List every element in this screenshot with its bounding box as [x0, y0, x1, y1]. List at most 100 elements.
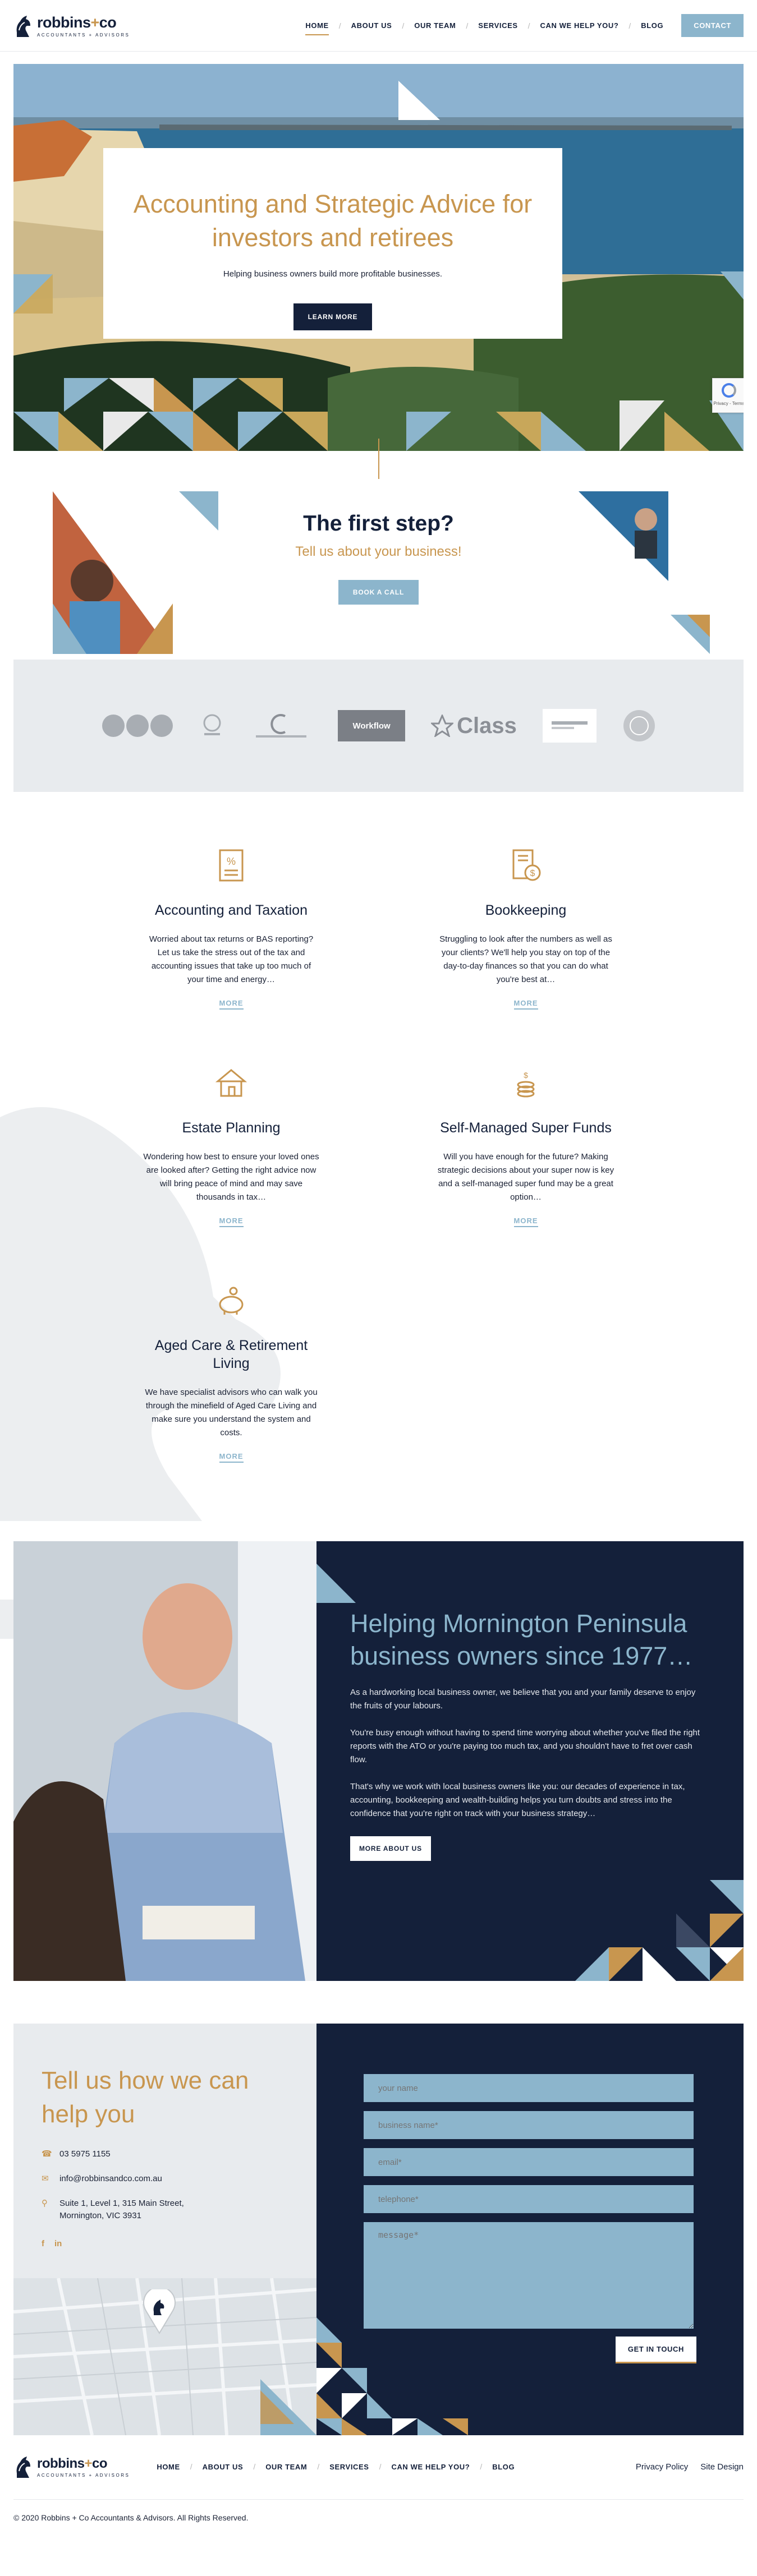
logo-text: robbins+co ACCOUNTANTS + ADVISORS: [37, 2456, 130, 2478]
first-step-triangle-right: [671, 615, 710, 654]
address-line-2: Mornington, VIC 3931: [59, 2211, 141, 2220]
contact-info-panel: Tell us how we can help you ☎ 03 5975 11…: [13, 2024, 316, 2435]
address-line-1: Suite 1, Level 1, 315 Main Street,: [59, 2199, 184, 2208]
hero-subtitle: Helping business owners build more profi…: [223, 269, 443, 279]
phone-icon: ☎: [42, 2149, 52, 2159]
nav-blog[interactable]: BLOG: [631, 16, 673, 35]
map-pin-icon[interactable]: [143, 2289, 176, 2334]
book-a-call-button[interactable]: BOOK A CALL: [338, 580, 419, 605]
privacy-policy-link[interactable]: Privacy Policy: [636, 2462, 688, 2472]
location-map[interactable]: [13, 2278, 316, 2435]
contact-phone-row: ☎ 03 5975 1155: [42, 2148, 288, 2160]
nav-about-us[interactable]: ABOUT US: [341, 16, 402, 35]
name-field[interactable]: [364, 2074, 694, 2102]
more-about-us-button[interactable]: MORE ABOUT US: [350, 1836, 431, 1861]
service-more-link[interactable]: MORE: [513, 1216, 538, 1227]
telephone-field[interactable]: [364, 2185, 694, 2213]
contact-section: Tell us how we can help you ☎ 03 5975 11…: [13, 2024, 744, 2435]
contact-title: Tell us how we can help you: [42, 2067, 249, 2128]
footer-nav-services[interactable]: SERVICES: [319, 2458, 379, 2476]
nav-can-we-help[interactable]: CAN WE HELP YOU?: [530, 16, 629, 35]
footer-nav-about-us[interactable]: ABOUT US: [192, 2458, 254, 2476]
location-pin-icon: ⚲: [42, 2199, 48, 2208]
ledger-dollar-icon: $: [512, 849, 541, 881]
about-section: Helping Mornington Peninsula business ow…: [13, 1541, 744, 1981]
logo-plus: +: [84, 2455, 93, 2471]
linkedin-icon[interactable]: in: [54, 2239, 62, 2248]
hero-title: Accounting and Strategic Advice for inve…: [133, 190, 533, 252]
service-text: We have specialist advisors who can walk…: [145, 1388, 318, 1437]
service-title: Self-Managed Super Funds: [440, 1120, 612, 1136]
footer-nav-home[interactable]: HOME: [146, 2458, 190, 2476]
service-more-link[interactable]: MORE: [219, 1216, 244, 1227]
hero-divider-line: [378, 439, 379, 479]
service-card-aged-care: Aged Care & Retirement Living We have sp…: [115, 1283, 348, 1463]
site-design-link[interactable]: Site Design: [700, 2462, 744, 2472]
site-header: robbins+co ACCOUNTANTS + ADVISORS HOME /…: [0, 0, 757, 52]
contact-address: Suite 1, Level 1, 315 Main Street, Morni…: [59, 2197, 184, 2222]
facebook-icon[interactable]: f: [42, 2239, 44, 2248]
nav-services[interactable]: SERVICES: [468, 16, 527, 35]
about-panel: Helping Mornington Peninsula business ow…: [316, 1541, 744, 1981]
advisor-photo-image: [13, 1541, 316, 1981]
site-footer: robbins+co ACCOUNTANTS + ADVISORS HOME /…: [13, 2449, 744, 2485]
service-title: Bookkeeping: [485, 902, 567, 918]
email-field[interactable]: [364, 2148, 694, 2176]
social-links: f in: [42, 2239, 288, 2248]
business-name-field[interactable]: [364, 2111, 694, 2139]
service-more-link[interactable]: MORE: [219, 1452, 244, 1463]
class-star-icon: [431, 715, 454, 737]
site-logo[interactable]: robbins+co ACCOUNTANTS + ADVISORS: [13, 13, 130, 38]
service-title: Estate Planning: [182, 1120, 281, 1136]
chartered-accountants-logo: [256, 714, 307, 738]
contact-email-link[interactable]: info@robbinsandco.com.au: [59, 2173, 162, 2185]
nav-our-team[interactable]: OUR TEAM: [404, 16, 466, 35]
service-more-link[interactable]: MORE: [513, 999, 538, 1010]
association-seal-logo: [623, 710, 655, 741]
about-title: Helping Mornington Peninsula business ow…: [350, 1609, 693, 1670]
footer-left: robbins+co ACCOUNTANTS + ADVISORS HOME /…: [13, 2454, 525, 2479]
footer-nav-blog[interactable]: BLOG: [482, 2458, 525, 2476]
ipa-badges-logo: [102, 715, 173, 737]
footer-nav-our-team[interactable]: OUR TEAM: [255, 2458, 317, 2476]
logo-plus: +: [90, 13, 100, 31]
logo-name: robbins+co: [37, 14, 130, 31]
about-paragraph: That's why we work with local business o…: [350, 1782, 685, 1818]
footer-nav-can-we-help[interactable]: CAN WE HELP YOU?: [381, 2458, 480, 2476]
logo-name: robbins+co: [37, 2456, 130, 2472]
coins-icon: $: [517, 1071, 535, 1098]
logo-tagline: ACCOUNTANTS + ADVISORS: [37, 2472, 130, 2478]
nav-home[interactable]: HOME: [295, 16, 338, 35]
learn-more-button[interactable]: LEARN MORE: [293, 303, 373, 330]
workflowmax-logo: Workflow: [338, 710, 406, 741]
services-grid: % Accounting and Taxation Worried about …: [115, 848, 643, 1463]
accreditation-logo: [542, 709, 597, 743]
contact-phone-link[interactable]: 03 5975 1155: [59, 2148, 111, 2160]
footer-nav: HOME / ABOUT US / OUR TEAM / SERVICES / …: [146, 2458, 525, 2476]
house-icon: [215, 1069, 247, 1097]
service-text: Worried about tax returns or BAS reporti…: [149, 934, 314, 984]
tax-agent-logo: [203, 714, 221, 735]
logo-tagline: ACCOUNTANTS + ADVISORS: [37, 32, 130, 38]
get-in-touch-button[interactable]: GET IN TOUCH: [615, 2337, 696, 2363]
logo-name-left: robbins: [37, 2455, 85, 2471]
recaptcha-badge[interactable]: Privacy - Terms: [712, 378, 744, 413]
knight-logo-icon: [16, 15, 30, 37]
advisor-photo: [13, 1541, 316, 1981]
footer-logo[interactable]: robbins+co ACCOUNTANTS + ADVISORS: [13, 2454, 130, 2479]
contact-form-panel: GET IN TOUCH: [316, 2024, 744, 2435]
svg-text:$: $: [530, 869, 535, 878]
man-portrait-photo: [579, 491, 668, 581]
logo-name-right: co: [99, 13, 117, 31]
copyright-text: © 2020 Robbins + Co Accountants & Adviso…: [13, 2499, 744, 2539]
hero-banner: Accounting and Strategic Advice for inve…: [13, 64, 744, 451]
logo-name-left: robbins: [37, 13, 91, 31]
message-field[interactable]: [364, 2222, 694, 2329]
contact-button[interactable]: CONTACT: [681, 14, 744, 37]
services-section: % Accounting and Taxation Worried about …: [0, 792, 757, 1639]
partner-logos-strip: Workflow Class: [13, 660, 744, 792]
service-more-link[interactable]: MORE: [219, 999, 244, 1010]
recaptcha-text: Privacy - Terms: [713, 401, 744, 406]
first-step-section: The first step? Tell us about your busin…: [13, 491, 744, 660]
woman-phone-photo: [53, 491, 173, 654]
